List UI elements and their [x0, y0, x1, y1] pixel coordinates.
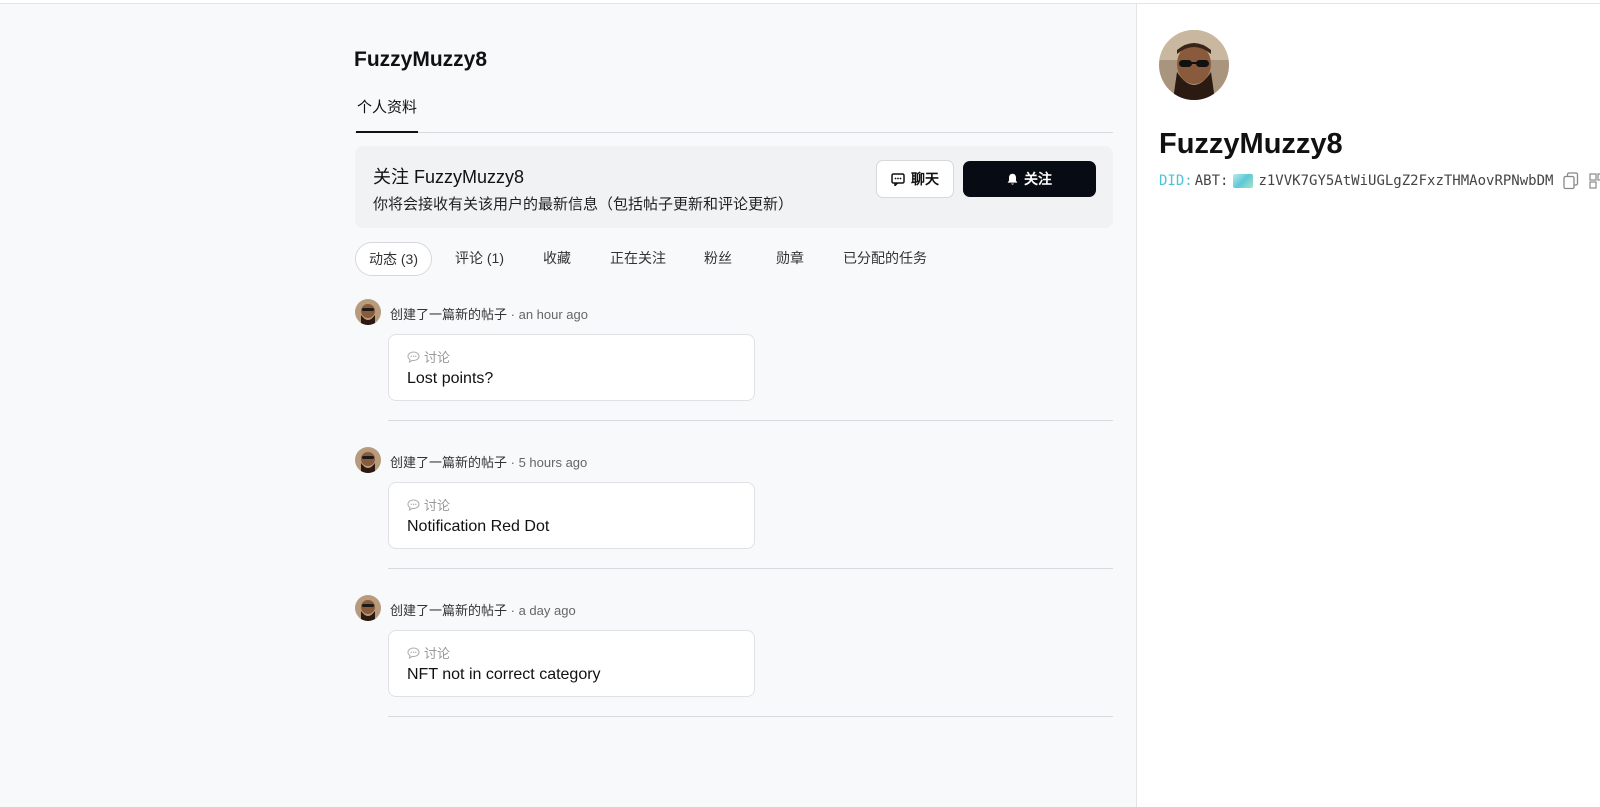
post-category-label: 讨论	[424, 498, 451, 513]
tab-comments[interactable]: 评论 (1)	[455, 242, 504, 276]
follow-title: 关注 FuzzyMuzzy8	[373, 167, 525, 187]
post-category: 讨论	[407, 495, 450, 514]
feed-time: 5 hours ago	[518, 455, 588, 470]
profile-sidebar: FuzzyMuzzy8 DID: ABT: z1VVK7GY5AtWiUGLgZ…	[1136, 4, 1600, 807]
tab-activity[interactable]: 动态 (3)	[355, 242, 432, 276]
tab-badges[interactable]: 勋章	[776, 242, 804, 276]
avatar[interactable]	[355, 447, 381, 473]
post-category-label: 讨论	[424, 646, 451, 661]
post-card[interactable]: 讨论 Lost points?	[388, 334, 755, 401]
chat-icon	[891, 172, 905, 186]
page-title: FuzzyMuzzy8	[354, 48, 488, 71]
main-content: FuzzyMuzzy8 个人资料 关注 FuzzyMuzzy8 你将会接收有关该…	[0, 4, 1137, 807]
profile-name: FuzzyMuzzy8	[1159, 128, 1343, 160]
feed-action: 创建了一篇新的帖子	[390, 603, 508, 618]
post-title[interactable]: Lost points?	[407, 370, 493, 388]
did-label: DID:	[1159, 173, 1193, 189]
tab-assigned-tasks[interactable]: 已分配的任务	[843, 242, 927, 276]
comment-icon	[407, 498, 420, 511]
avatar	[1159, 30, 1229, 100]
feed-item: 创建了一篇新的帖子 · an hour ago 讨论 Lost points?	[355, 299, 1113, 424]
feed-item: 创建了一篇新的帖子 · 5 hours ago 讨论 Notification …	[355, 447, 1113, 572]
feed-meta: 创建了一篇新的帖子 · a day ago	[390, 603, 576, 618]
post-category: 讨论	[407, 347, 450, 366]
divider	[388, 420, 1113, 421]
post-title[interactable]: Notification Red Dot	[407, 518, 549, 536]
feed-meta: 创建了一篇新的帖子 · 5 hours ago	[390, 455, 588, 470]
activity-tabs: 动态 (3) 评论 (1) 收藏 正在关注 粉丝 勋章 已分配的任务	[355, 242, 1113, 276]
copy-icon[interactable]	[1563, 172, 1579, 190]
profile-tabs: 个人资料	[355, 99, 1113, 133]
follow-button[interactable]: 关注	[963, 161, 1096, 197]
post-category: 讨论	[407, 643, 450, 662]
feed-action: 创建了一篇新的帖子	[390, 455, 508, 470]
qrcode-icon[interactable]	[1589, 172, 1600, 190]
feed-time: a day ago	[518, 603, 576, 618]
follow-panel: 关注 FuzzyMuzzy8 你将会接收有关该用户的最新信息（包括帖子更新和评论…	[355, 146, 1113, 228]
post-card[interactable]: 讨论 Notification Red Dot	[388, 482, 755, 549]
avatar[interactable]	[355, 595, 381, 621]
chat-button[interactable]: 聊天	[876, 160, 954, 198]
bell-icon	[1007, 173, 1018, 185]
comment-icon	[407, 350, 420, 363]
feed-meta: 创建了一篇新的帖子 · an hour ago	[390, 307, 588, 322]
follow-button-label: 关注	[1024, 171, 1052, 187]
did-avatar-icon	[1233, 174, 1254, 188]
feed-time: an hour ago	[518, 307, 588, 322]
avatar[interactable]	[355, 299, 381, 325]
chat-button-label: 聊天	[911, 171, 939, 187]
post-card[interactable]: 讨论 NFT not in correct category	[388, 630, 755, 697]
divider	[388, 568, 1113, 569]
post-category-label: 讨论	[424, 350, 451, 365]
comment-icon	[407, 646, 420, 659]
tab-followers[interactable]: 粉丝	[704, 242, 732, 276]
tab-favorites[interactable]: 收藏	[543, 242, 571, 276]
did-prefix: ABT:	[1194, 173, 1229, 189]
tab-profile[interactable]: 个人资料	[356, 99, 419, 133]
feed-action: 创建了一篇新的帖子	[390, 307, 508, 322]
divider	[388, 716, 1113, 717]
did-row: DID: ABT: z1VVK7GY5AtWiUGLgZ2FxzTHMAovRP…	[1159, 172, 1600, 190]
feed-item: 创建了一篇新的帖子 · a day ago 讨论 NFT not in corr…	[355, 595, 1113, 720]
did-value: z1VVK7GY5AtWiUGLgZ2FxzTHMAovRPNwbDM	[1258, 173, 1554, 189]
tab-following[interactable]: 正在关注	[610, 242, 666, 276]
post-title[interactable]: NFT not in correct category	[407, 666, 601, 684]
follow-description: 你将会接收有关该用户的最新信息（包括帖子更新和评论更新）	[373, 196, 794, 213]
